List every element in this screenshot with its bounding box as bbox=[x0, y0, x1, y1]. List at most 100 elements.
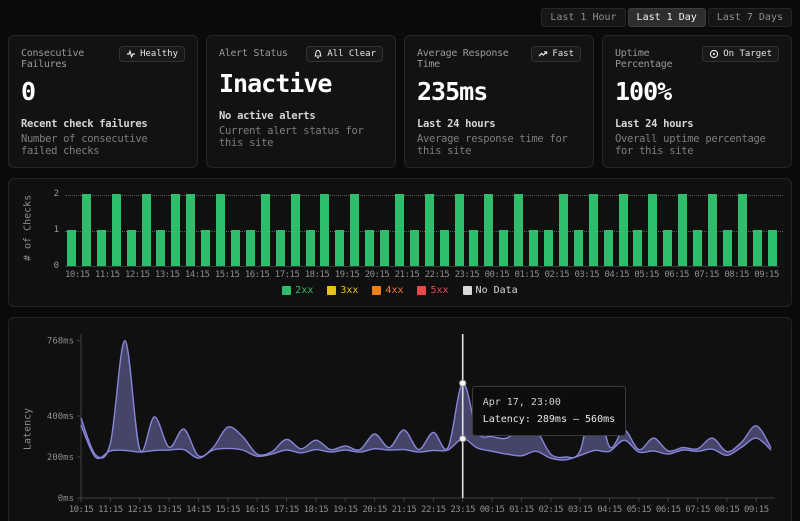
x-tick-label: 08:15 bbox=[724, 270, 749, 280]
x-tick-label: 12:15 bbox=[127, 505, 152, 515]
check-bar bbox=[753, 230, 762, 266]
status-badge-all-clear: All Clear bbox=[306, 46, 383, 62]
trending-up-icon bbox=[538, 49, 548, 59]
checks-bar-plot[interactable] bbox=[65, 189, 779, 267]
x-tick-label: 18:15 bbox=[305, 270, 330, 280]
check-bar bbox=[455, 194, 464, 266]
y-tick-label: 768ms bbox=[47, 337, 74, 347]
check-bar bbox=[738, 194, 747, 266]
x-tick-label: 16:15 bbox=[245, 270, 270, 280]
y-tick-label: 1 bbox=[54, 225, 59, 235]
check-bar bbox=[633, 230, 642, 266]
check-bar bbox=[559, 194, 568, 266]
x-tick-label: 15:15 bbox=[216, 505, 241, 515]
activity-icon bbox=[126, 49, 136, 59]
card-description: Number of consecutive failed checks bbox=[21, 133, 185, 157]
check-bar bbox=[82, 194, 91, 266]
y-tick-label: 2 bbox=[54, 189, 59, 199]
check-bar bbox=[529, 230, 538, 266]
check-bar bbox=[380, 230, 389, 266]
x-tick-label: 11:15 bbox=[95, 270, 120, 280]
latency-plot[interactable]: 0ms200ms400ms768ms10:1511:1512:1513:1514… bbox=[35, 328, 779, 521]
x-tick-label: 22:15 bbox=[425, 270, 450, 280]
x-tick-label: 20:15 bbox=[362, 505, 387, 515]
check-bar bbox=[276, 230, 285, 266]
check-bar bbox=[246, 230, 255, 266]
x-tick-label: 02:15 bbox=[545, 270, 570, 280]
check-bar bbox=[648, 194, 657, 266]
y-tick-label: 200ms bbox=[47, 453, 74, 463]
check-bar bbox=[604, 230, 613, 266]
x-tick-label: 16:15 bbox=[245, 505, 270, 515]
x-tick-label: 01:15 bbox=[515, 270, 540, 280]
check-bar bbox=[201, 230, 210, 266]
x-tick-label: 17:15 bbox=[275, 270, 300, 280]
check-bar bbox=[156, 230, 165, 266]
legend-swatch bbox=[372, 286, 381, 295]
time-range-last-1-day[interactable]: Last 1 Day bbox=[628, 8, 706, 27]
x-tick-label: 04:15 bbox=[604, 270, 629, 280]
check-bar bbox=[499, 230, 508, 266]
check-bar bbox=[67, 230, 76, 266]
status-badge-healthy: Healthy bbox=[119, 46, 185, 62]
legend-swatch bbox=[417, 286, 426, 295]
x-tick-label: 19:15 bbox=[333, 505, 358, 515]
legend-item-4xx: 4xx bbox=[372, 285, 403, 296]
checks-x-axis-labels: 10:1511:1512:1513:1514:1515:1516:1517:15… bbox=[65, 270, 779, 280]
checks-chart-panel: # of Checks 012 10:1511:1512:1513:1514:1… bbox=[8, 178, 792, 307]
x-tick-label: 18:15 bbox=[304, 505, 329, 515]
latency-chart-panel: Latency 0ms200ms400ms768ms10:1511:1512:1… bbox=[8, 317, 792, 521]
stat-card-consecutive-failures: Consecutive Failures Healthy 0 Recent ch… bbox=[8, 35, 198, 168]
x-tick-label: 12:15 bbox=[125, 270, 150, 280]
check-bar bbox=[484, 194, 493, 266]
check-bar bbox=[693, 230, 702, 266]
stat-card-average-response-time: Average Response Time Fast 235ms Last 24… bbox=[404, 35, 594, 168]
legend-label: No Data bbox=[476, 285, 518, 296]
y-tick-label: 0 bbox=[54, 261, 59, 271]
check-bar bbox=[469, 230, 478, 266]
legend-label: 5xx bbox=[430, 285, 448, 296]
x-tick-label: 05:15 bbox=[634, 270, 659, 280]
x-tick-label: 03:15 bbox=[568, 505, 593, 515]
legend-item-no-data: No Data bbox=[463, 285, 518, 296]
x-tick-label: 00:15 bbox=[480, 505, 505, 515]
card-value: 100% bbox=[615, 77, 779, 106]
check-bar bbox=[335, 230, 344, 266]
x-tick-label: 09:15 bbox=[754, 270, 779, 280]
x-tick-label: 02:15 bbox=[538, 505, 563, 515]
check-bar bbox=[395, 194, 404, 266]
check-bar bbox=[514, 194, 523, 266]
x-tick-label: 23:15 bbox=[450, 505, 475, 515]
check-bar bbox=[186, 194, 195, 266]
legend-swatch bbox=[463, 286, 472, 295]
stat-card-alert-status: Alert Status All Clear Inactive No activ… bbox=[206, 35, 396, 168]
card-title: Alert Status bbox=[219, 46, 288, 59]
check-bar bbox=[678, 194, 687, 266]
check-bar bbox=[440, 230, 449, 266]
check-bar bbox=[365, 230, 374, 266]
x-tick-label: 01:15 bbox=[509, 505, 534, 515]
check-bar bbox=[574, 230, 583, 266]
time-range-last-7-days[interactable]: Last 7 Days bbox=[708, 8, 792, 27]
x-tick-label: 03:15 bbox=[574, 270, 599, 280]
x-tick-label: 21:15 bbox=[395, 270, 420, 280]
check-bar bbox=[544, 230, 553, 266]
check-bar bbox=[663, 230, 672, 266]
checks-y-axis-title: # of Checks bbox=[21, 189, 35, 267]
legend-item-2xx: 2xx bbox=[282, 285, 313, 296]
stat-card-uptime-percentage: Uptime Percentage On Target 100% Last 24… bbox=[602, 35, 792, 168]
badge-label: On Target bbox=[723, 49, 772, 59]
legend-item-3xx: 3xx bbox=[327, 285, 358, 296]
y-tick-label: 400ms bbox=[47, 412, 74, 422]
card-value: Inactive bbox=[219, 69, 383, 98]
time-range-last-1-hour[interactable]: Last 1 Hour bbox=[541, 8, 625, 27]
status-badge-on-target: On Target bbox=[702, 46, 779, 62]
legend-label: 4xx bbox=[385, 285, 403, 296]
x-tick-label: 08:15 bbox=[715, 505, 740, 515]
check-bar bbox=[142, 194, 151, 266]
check-bar bbox=[723, 230, 732, 266]
card-subtitle: Recent check failures bbox=[21, 118, 185, 130]
legend-swatch bbox=[282, 286, 291, 295]
check-bar bbox=[768, 230, 777, 266]
x-tick-label: 17:15 bbox=[274, 505, 299, 515]
